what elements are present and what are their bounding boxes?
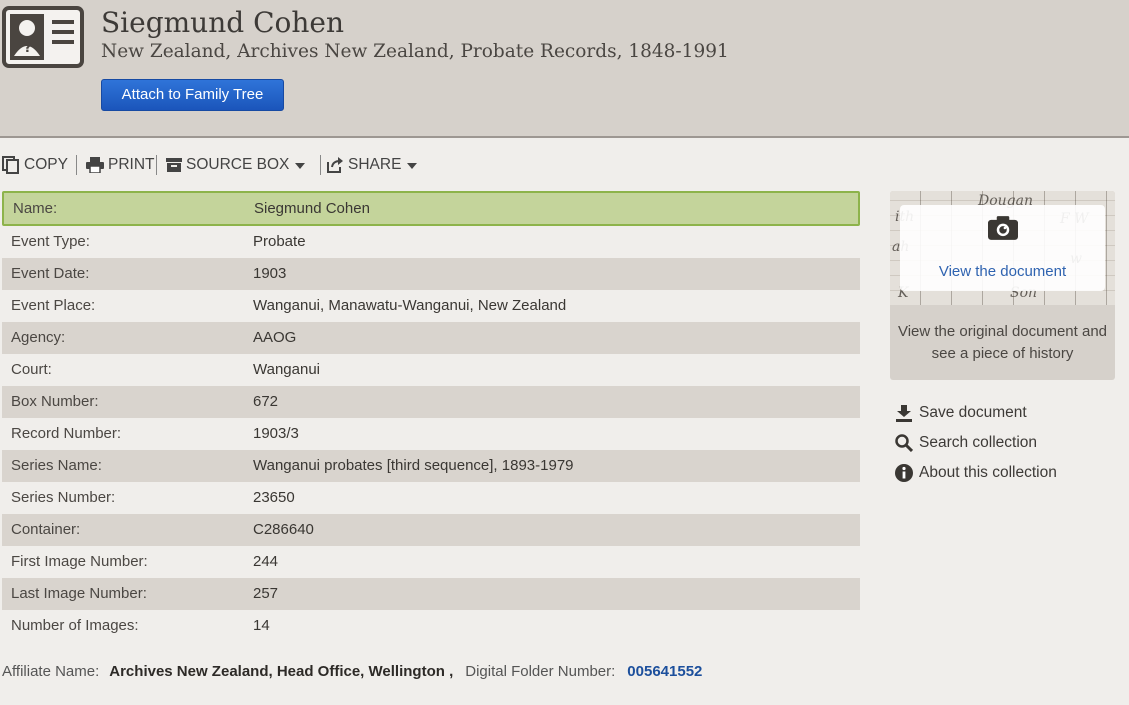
field-value: Wanganui probates [third sequence], 1893…	[253, 457, 574, 474]
field-label: Number of Images:	[11, 617, 139, 634]
print-label: PRINT	[108, 156, 155, 173]
box-icon	[166, 158, 182, 172]
table-row: Event Type: Probate	[2, 226, 860, 258]
table-row: Agency: AAOG	[2, 322, 860, 354]
field-label: Event Type:	[11, 233, 90, 250]
field-label: First Image Number:	[11, 553, 148, 570]
table-row: Record Number: 1903/3	[2, 418, 860, 450]
download-icon	[896, 405, 912, 422]
field-label: Event Place:	[11, 297, 96, 314]
table-row: Container: C286640	[2, 514, 860, 546]
digital-folder-label: Digital Folder Number:	[465, 663, 616, 680]
share-button[interactable]: SHARE	[326, 152, 418, 178]
affiliate-info: Affiliate Name: Archives New Zealand, Hea…	[2, 663, 702, 680]
field-value: 1903	[253, 265, 287, 282]
field-label: Series Name:	[11, 457, 102, 474]
table-row: Series Number: 23650	[2, 482, 860, 514]
record-details-table: Name: Siegmund Cohen Event Type: Probate…	[2, 191, 860, 642]
field-label: Event Date:	[11, 265, 90, 282]
view-document-link[interactable]: View the document	[900, 263, 1105, 280]
copy-icon	[2, 156, 19, 174]
table-row: Event Date: 1903	[2, 258, 860, 290]
field-value: 1903/3	[253, 425, 299, 442]
about-collection-link[interactable]: About this collection	[895, 458, 1057, 488]
field-label: Court:	[11, 361, 52, 378]
document-thumbnail[interactable]: Dougan ith F W ah w K Son View the docum…	[890, 191, 1115, 305]
toolbar-divider	[76, 155, 77, 175]
print-button[interactable]: PRINT	[86, 152, 155, 178]
affiliate-name: Archives New Zealand, Head Office, Welli…	[109, 663, 454, 680]
field-value: AAOG	[253, 329, 297, 346]
field-label: Container:	[11, 521, 81, 538]
save-document-link[interactable]: Save document	[895, 398, 1057, 428]
toolbar-divider	[156, 155, 157, 175]
field-label: Agency:	[11, 329, 66, 346]
field-value: Wanganui, Manawatu-Wanganui, New Zealand	[253, 297, 567, 314]
field-value: Siegmund Cohen	[254, 200, 370, 217]
search-icon	[895, 434, 913, 452]
share-icon	[327, 157, 343, 173]
table-row: Event Place: Wanganui, Manawatu-Wanganui…	[2, 290, 860, 322]
field-value: 672	[253, 393, 279, 410]
field-value: Probate	[253, 233, 306, 250]
printer-icon	[86, 157, 104, 173]
record-header: ? Siegmund Cohen New Zealand, Archives N…	[0, 0, 1129, 138]
view-document-overlay[interactable]: View the document	[900, 205, 1105, 291]
field-value: 257	[253, 585, 279, 602]
field-label: Last Image Number:	[11, 585, 147, 602]
field-value: 14	[253, 617, 270, 634]
field-label: Box Number:	[11, 393, 99, 410]
field-label: Name:	[13, 200, 58, 217]
field-label: Series Number:	[11, 489, 116, 506]
copy-label: COPY	[24, 156, 68, 173]
person-record-icon: ?	[2, 6, 84, 68]
affiliate-label: Affiliate Name:	[2, 663, 100, 680]
record-toolbar: COPY PRINT SOURCE BOX SHARE	[0, 152, 440, 178]
field-value: 23650	[253, 489, 295, 506]
toolbar-divider	[320, 155, 321, 175]
chevron-down-icon	[407, 163, 418, 169]
chevron-down-icon	[295, 163, 306, 169]
copy-button[interactable]: COPY	[2, 152, 68, 178]
search-collection-label: Search collection	[919, 434, 1038, 451]
svg-text:?: ?	[24, 41, 32, 56]
field-value: Wanganui	[253, 361, 320, 378]
source-box-label: SOURCE BOX	[186, 156, 290, 173]
table-row: Name: Siegmund Cohen	[2, 191, 860, 226]
field-label: Record Number:	[11, 425, 122, 442]
share-label: SHARE	[348, 156, 402, 173]
attach-to-family-tree-button[interactable]: Attach to Family Tree	[101, 79, 284, 111]
search-collection-link[interactable]: Search collection	[895, 428, 1057, 458]
table-row: First Image Number: 244	[2, 546, 860, 578]
document-description: View the original document and see a pie…	[897, 323, 1108, 362]
record-title: Siegmund Cohen	[101, 6, 344, 39]
about-collection-label: About this collection	[919, 464, 1057, 481]
save-document-label: Save document	[919, 404, 1027, 421]
camera-icon	[988, 216, 1018, 240]
field-value: C286640	[253, 521, 314, 538]
table-row: Series Name: Wanganui probates [third se…	[2, 450, 860, 482]
view-document-card: Dougan ith F W ah w K Son View the docum…	[890, 191, 1115, 380]
info-icon	[895, 464, 913, 482]
field-value: 244	[253, 553, 279, 570]
table-row: Court: Wanganui	[2, 354, 860, 386]
table-row: Last Image Number: 257	[2, 578, 860, 610]
table-row: Number of Images: 14	[2, 610, 860, 642]
record-actions: Save document Search collection About th…	[895, 398, 1057, 488]
source-box-button[interactable]: SOURCE BOX	[166, 152, 306, 178]
digital-folder-link[interactable]: 005641552	[627, 663, 702, 680]
table-row: Box Number: 672	[2, 386, 860, 418]
collection-title: New Zealand, Archives New Zealand, Proba…	[101, 41, 729, 62]
